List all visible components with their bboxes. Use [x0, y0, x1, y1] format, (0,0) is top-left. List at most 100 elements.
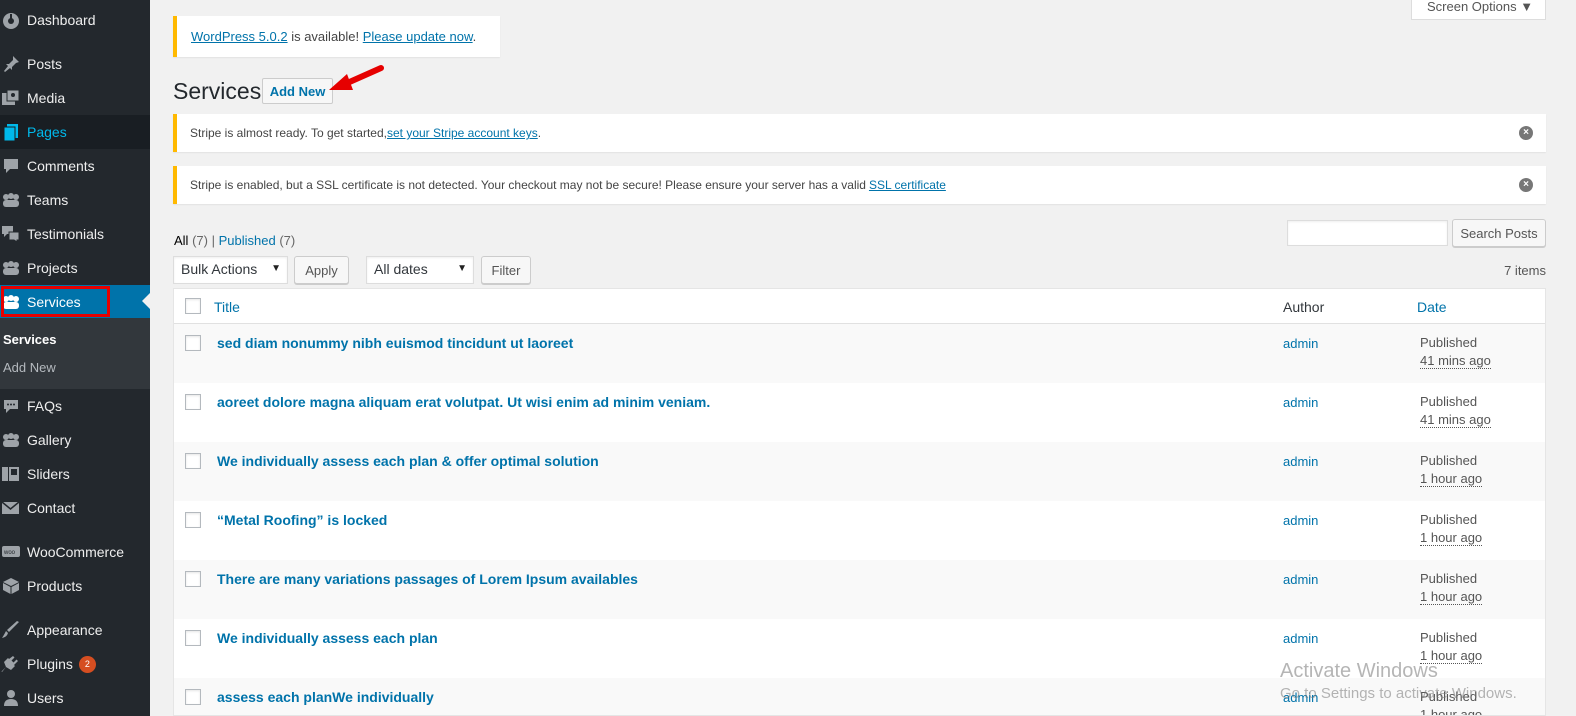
- add-new-button[interactable]: Add New: [262, 78, 333, 104]
- post-author-link[interactable]: admin: [1283, 572, 1318, 587]
- menu-faqs[interactable]: FAQs: [0, 389, 150, 423]
- menu-posts[interactable]: Posts: [0, 47, 150, 81]
- column-title[interactable]: Title: [214, 299, 240, 315]
- table-row: sed diam nonummy nibh euismod tincidunt …: [174, 324, 1545, 383]
- current-menu-arrow: [142, 293, 150, 309]
- menu-label: Gallery: [27, 432, 72, 448]
- menu-dashboard[interactable]: Dashboard: [0, 3, 150, 37]
- menu-label: FAQs: [27, 398, 63, 414]
- post-status: Published: [1420, 453, 1478, 468]
- menu-label: Contact: [27, 500, 76, 516]
- submenu-services[interactable]: Services: [3, 332, 57, 347]
- post-title-link[interactable]: assess each planWe individually: [217, 689, 434, 705]
- page-scrollbar[interactable]: [1566, 0, 1576, 716]
- menu-comments[interactable]: Comments: [0, 149, 150, 183]
- screen-options-button[interactable]: Screen Options ▼: [1411, 0, 1546, 20]
- row-checkbox[interactable]: [185, 512, 201, 528]
- menu-users[interactable]: Users: [0, 681, 150, 715]
- woo-icon: woo: [0, 542, 22, 562]
- posts-table: Title Author Date sed diam nonummy nibh …: [173, 288, 1546, 716]
- menu-teams[interactable]: Teams: [0, 183, 150, 217]
- post-author-link[interactable]: admin: [1283, 513, 1318, 528]
- row-checkbox[interactable]: [185, 571, 201, 587]
- post-time: 1 hour ago: [1420, 471, 1483, 487]
- svg-text:woo: woo: [3, 550, 16, 556]
- post-title-link[interactable]: aoreet dolore magna aliquam erat volutpa…: [217, 394, 710, 410]
- menu-label: Testimonials: [27, 226, 105, 242]
- menu-sliders[interactable]: Sliders: [0, 457, 150, 491]
- comment-icon: [0, 156, 22, 176]
- filter-all-link[interactable]: All: [174, 233, 188, 248]
- admin-sidebar: Dashboard Posts Media Pages Comments Tea…: [0, 0, 150, 716]
- filter-all-count: (7): [192, 233, 208, 248]
- dashboard-icon: [0, 10, 22, 30]
- menu-testimonials[interactable]: Testimonials: [0, 217, 150, 251]
- apply-button[interactable]: Apply: [294, 256, 349, 284]
- filter-published-link[interactable]: Published: [219, 233, 276, 248]
- wordpress-version-link[interactable]: WordPress 5.0.2: [191, 29, 288, 44]
- post-title-link[interactable]: We individually assess each plan & offer…: [217, 453, 599, 469]
- post-title-link[interactable]: “Metal Roofing” is locked: [217, 512, 387, 528]
- row-checkbox[interactable]: [185, 394, 201, 410]
- highlight-box: [1, 286, 110, 317]
- post-status: Published: [1420, 571, 1478, 586]
- post-title-link[interactable]: sed diam nonummy nibh euismod tincidunt …: [217, 335, 573, 351]
- menu-products[interactable]: Products: [0, 569, 150, 603]
- filter-separator: |: [211, 233, 215, 248]
- menu-contact[interactable]: Contact: [0, 491, 150, 525]
- row-checkbox[interactable]: [185, 689, 201, 705]
- menu-label: Users: [27, 690, 64, 706]
- update-notice-text: is available!: [287, 29, 363, 44]
- post-author-link[interactable]: admin: [1283, 631, 1318, 646]
- search-posts-button[interactable]: Search Posts: [1452, 219, 1546, 247]
- menu-media[interactable]: Media: [0, 81, 150, 115]
- table-header: Title Author Date: [174, 289, 1545, 324]
- dates-select[interactable]: All dates ▼: [366, 256, 474, 284]
- update-now-link[interactable]: Please update now: [363, 29, 473, 44]
- menu-label: Projects: [27, 260, 78, 276]
- post-author-link[interactable]: admin: [1283, 395, 1318, 410]
- select-all-checkbox[interactable]: [185, 298, 201, 314]
- stripe-ready-end: .: [537, 126, 542, 140]
- post-author-link[interactable]: admin: [1283, 454, 1318, 469]
- post-time: 41 mins ago: [1420, 412, 1491, 428]
- menu-appearance[interactable]: Appearance: [0, 613, 150, 647]
- dismiss-icon[interactable]: ×: [1519, 178, 1533, 192]
- menu-label: Plugins: [27, 656, 73, 672]
- menu-label: Posts: [27, 56, 63, 72]
- bulk-actions-value: Bulk Actions: [181, 261, 258, 277]
- row-checkbox[interactable]: [185, 453, 201, 469]
- column-date[interactable]: Date: [1417, 299, 1447, 315]
- submenu-add-new[interactable]: Add New: [3, 360, 56, 375]
- search-input[interactable]: [1287, 220, 1448, 246]
- menu-label: Products: [27, 578, 83, 594]
- page-title: Services: [173, 78, 262, 104]
- stripe-ssl-text: Stripe is enabled, but a SSL certificate…: [190, 178, 866, 192]
- post-title-link[interactable]: We individually assess each plan: [217, 630, 438, 646]
- dismiss-icon[interactable]: ×: [1519, 126, 1533, 140]
- menu-woocommerce[interactable]: woo WooCommerce: [0, 535, 150, 569]
- menu-label: Media: [27, 90, 66, 106]
- row-checkbox[interactable]: [185, 630, 201, 646]
- menu-label: Comments: [27, 158, 95, 174]
- post-status: Published: [1420, 512, 1478, 527]
- update-notice-end: .: [472, 29, 477, 44]
- bulk-actions-select[interactable]: Bulk Actions ▼: [173, 256, 288, 284]
- post-title-link[interactable]: There are many variations passages of Lo…: [217, 571, 638, 587]
- menu-pages[interactable]: Pages: [0, 115, 150, 149]
- update-notice: WordPress 5.0.2 is available! Please upd…: [173, 16, 500, 57]
- services-submenu: Services Add New: [0, 318, 150, 389]
- menu-plugins[interactable]: Plugins 2: [0, 647, 150, 681]
- filter-published-count: (7): [279, 233, 296, 248]
- menu-projects[interactable]: Projects: [0, 251, 150, 285]
- post-author-link[interactable]: admin: [1283, 336, 1318, 351]
- menu-label: WooCommerce: [27, 544, 124, 560]
- menu-gallery[interactable]: Gallery: [0, 423, 150, 457]
- plugins-update-badge: 2: [78, 655, 96, 673]
- table-row: There are many variations passages of Lo…: [174, 560, 1545, 619]
- stripe-keys-link[interactable]: set your Stripe account keys: [387, 126, 538, 140]
- ssl-certificate-link[interactable]: SSL certificate: [869, 178, 946, 192]
- row-checkbox[interactable]: [185, 335, 201, 351]
- filter-button[interactable]: Filter: [481, 256, 531, 284]
- groups-icon: [0, 190, 22, 210]
